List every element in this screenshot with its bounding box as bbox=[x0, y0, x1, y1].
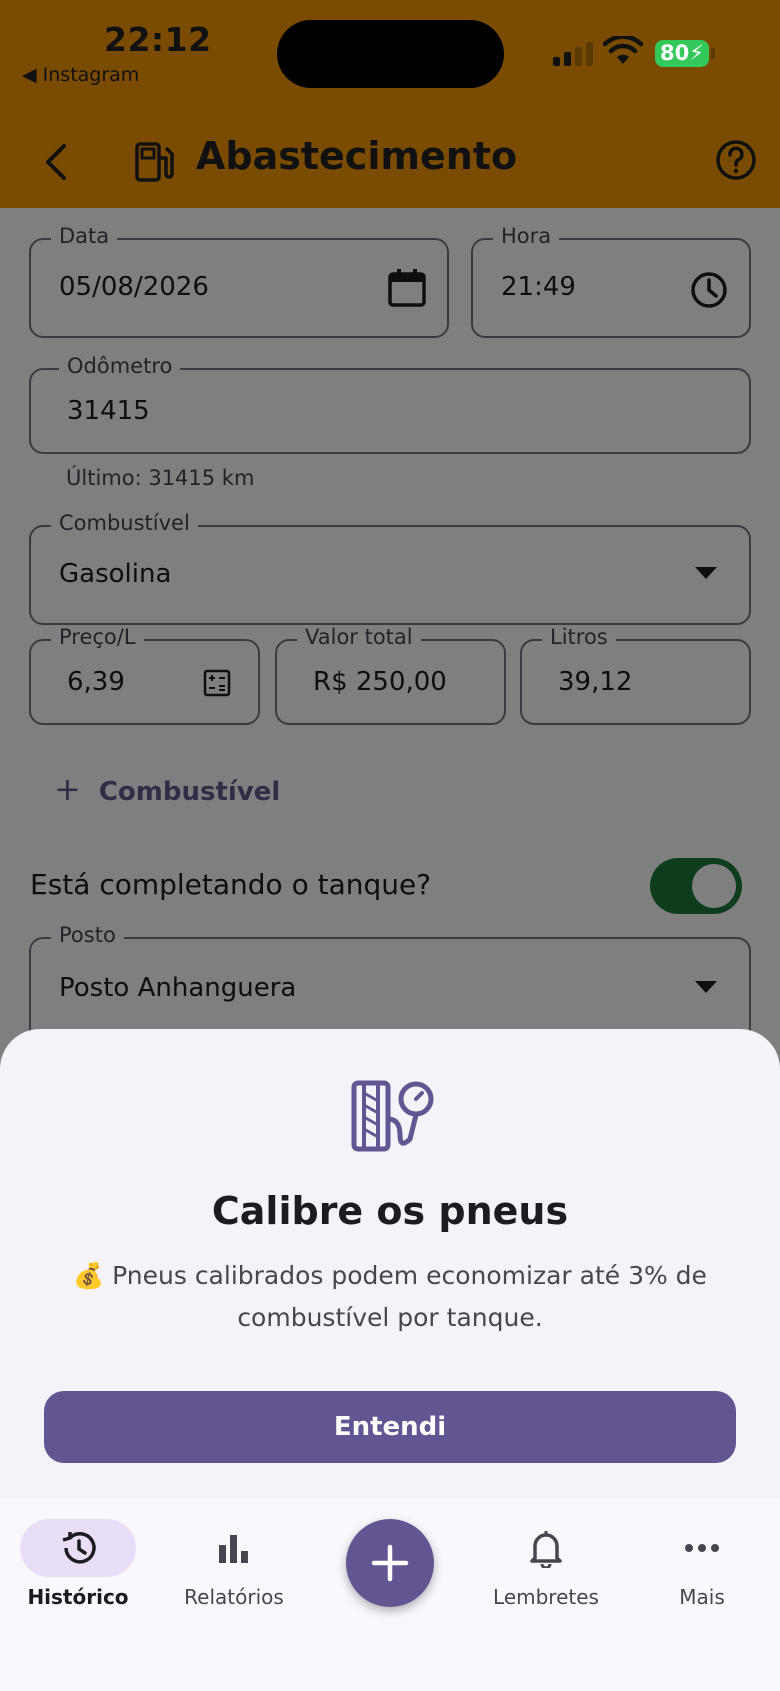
status-bar: 22:12 ◀ Instagram 80⚡ bbox=[0, 0, 780, 118]
add-entry-fab[interactable] bbox=[346, 1519, 434, 1607]
cellular-signal-icon bbox=[553, 42, 593, 66]
more-dots-icon bbox=[685, 1544, 719, 1552]
nav-label: Relatórios bbox=[184, 1585, 284, 1609]
fuel-pump-icon bbox=[135, 142, 174, 182]
tire-pressure-icon bbox=[351, 1080, 434, 1152]
page-title: Abastecimento bbox=[196, 134, 518, 178]
help-icon[interactable] bbox=[714, 138, 758, 182]
history-icon bbox=[62, 1532, 96, 1564]
app-bar: Abastecimento bbox=[0, 118, 780, 208]
nav-item-reports[interactable]: Relatórios bbox=[159, 1519, 309, 1609]
bar-chart-icon bbox=[219, 1535, 248, 1563]
nav-item-history[interactable]: Histórico bbox=[3, 1519, 153, 1609]
status-time: 22:12 bbox=[104, 20, 212, 59]
nav-indicator bbox=[20, 1519, 136, 1577]
bottom-navigation: Histórico Relatórios Lembretes Mais bbox=[0, 1499, 780, 1691]
nav-indicator bbox=[176, 1519, 292, 1577]
sheet-title: Calibre os pneus bbox=[211, 1189, 569, 1233]
battery-indicator: 80⚡ bbox=[655, 40, 715, 67]
wifi-icon bbox=[603, 36, 643, 64]
dynamic-island bbox=[277, 20, 504, 88]
nav-label: Histórico bbox=[27, 1585, 129, 1609]
sheet-message: 💰 Pneus calibrados podem economizar até … bbox=[73, 1261, 707, 1332]
nav-item-more[interactable]: Mais bbox=[627, 1519, 777, 1609]
charging-bolt-icon: ⚡ bbox=[689, 41, 704, 65]
bell-icon bbox=[530, 1531, 562, 1568]
back-to-app-link[interactable]: ◀ Instagram bbox=[22, 64, 139, 86]
nav-label: Mais bbox=[679, 1585, 725, 1609]
back-arrow-icon[interactable] bbox=[36, 140, 80, 184]
nav-indicator bbox=[644, 1519, 760, 1577]
tip-bottom-sheet: Calibre os pneus 💰 Pneus calibrados pode… bbox=[0, 1029, 780, 1499]
understood-button[interactable]: Entendi bbox=[44, 1391, 736, 1463]
nav-indicator bbox=[488, 1519, 604, 1577]
plus-icon bbox=[371, 1544, 409, 1582]
nav-label: Lembretes bbox=[493, 1585, 599, 1609]
battery-level: 80 bbox=[660, 41, 690, 65]
nav-item-reminders[interactable]: Lembretes bbox=[471, 1519, 621, 1609]
